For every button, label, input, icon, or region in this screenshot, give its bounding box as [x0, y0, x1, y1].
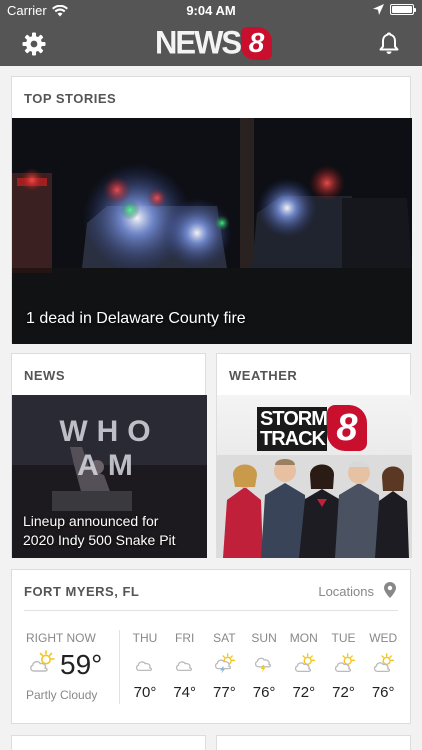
next-card-right[interactable]	[216, 735, 411, 750]
notifications-bell-icon[interactable]	[377, 31, 401, 55]
forecast-day-temp: 70°	[133, 684, 157, 701]
forecast-day-name: FRI	[175, 631, 195, 645]
battery-fill	[392, 6, 412, 13]
app-header: NEWS 8	[0, 22, 422, 66]
partly-cloudy-icon	[374, 653, 395, 672]
partly-cloudy-icon	[334, 653, 355, 672]
thunderstorm-sun-icon	[215, 653, 236, 674]
right-now-temp: 59°	[60, 649, 103, 680]
settings-gear-icon[interactable]	[22, 32, 46, 56]
weather-title: WEATHER	[229, 368, 298, 383]
forecast-day-name: WED	[369, 631, 398, 645]
top-story-image[interactable]: 1 dead in Delaware County fire	[12, 118, 412, 344]
partly-cloudy-icon	[30, 650, 55, 672]
status-bar: Carrier 9:04 AM	[0, 0, 422, 22]
forecast-day-name: SUN	[251, 631, 277, 645]
forecast-day: THU 70°	[125, 631, 165, 701]
news-headline-line2: 2020 Indy 500 Snake Pit	[23, 532, 176, 548]
right-now-condition: Partly Cloudy	[26, 688, 98, 702]
weather-card[interactable]: WEATHER STORM TRACK 8	[216, 353, 412, 558]
partly-cloudy-icon	[294, 653, 315, 672]
locations-link[interactable]: Locations	[318, 584, 374, 599]
forecast-day-name: SAT	[213, 631, 236, 645]
storm-track-logo: STORM TRACK 8	[257, 405, 369, 451]
forecast-day: SUN 76°	[244, 631, 284, 701]
news-card[interactable]: NEWS WHO AM Lineup announced for 2020 In…	[11, 353, 207, 558]
forecast-day-temp: 76°	[252, 684, 276, 701]
right-now-divider	[119, 630, 120, 704]
forecast-day-name: TUE	[331, 631, 356, 645]
forecast-day: MON 72°	[284, 631, 324, 701]
top-stories-card[interactable]: TOP STORIES 1 dead in Delaware County fi…	[11, 76, 412, 344]
top-stories-title: TOP STORIES	[24, 91, 117, 106]
top-story-headline: 1 dead in Delaware County fire	[26, 310, 246, 327]
forecast-day-temp: 76°	[371, 684, 395, 701]
right-now-label: RIGHT NOW	[26, 631, 96, 645]
location-arrow-icon	[373, 4, 384, 15]
forecast-day: FRI 74°	[165, 631, 205, 701]
storm-track-eight: 8	[327, 405, 367, 451]
forecast-day-temp: 77°	[213, 684, 236, 701]
forecast-day-temp: 72°	[292, 684, 316, 701]
cloud-icon	[175, 661, 192, 672]
location-pin-icon[interactable]	[384, 582, 396, 598]
forecast-card[interactable]: FORT MYERS, FL Locations RIGHT NOW 59° P…	[11, 569, 411, 724]
forecast-day: TUE 72°	[324, 631, 364, 701]
news8-logo: NEWS 8	[155, 24, 272, 61]
logo-text: NEWS	[155, 24, 242, 61]
forecast-day-temp: 74°	[173, 684, 197, 701]
news-image[interactable]: WHO AM Lineup announced for 2020 Indy 50…	[12, 395, 207, 558]
storm-track-line2: TRACK	[260, 428, 326, 450]
forecast-divider	[24, 610, 398, 611]
thunderstorm-cloud-icon	[255, 657, 272, 673]
clock: 9:04 AM	[186, 3, 236, 18]
news-headline-line1: Lineup announced for	[23, 513, 159, 529]
next-card-left[interactable]	[11, 735, 206, 750]
forecast-city: FORT MYERS, FL	[24, 584, 140, 599]
forecast-day: SAT 77°	[204, 631, 244, 701]
forecast-day: WED 76°	[363, 631, 403, 701]
forecast-day-name: MON	[289, 631, 318, 645]
forecast-day-temp: 72°	[332, 684, 355, 701]
news-image-sign: WHO AM	[59, 415, 160, 482]
weather-image[interactable]: STORM TRACK 8	[217, 395, 412, 558]
cloud-icon	[135, 661, 153, 672]
forecast-day-name: THU	[132, 631, 158, 645]
logo-eight: 8	[241, 26, 272, 60]
battery-icon	[390, 4, 416, 15]
news-title: NEWS	[24, 368, 65, 383]
